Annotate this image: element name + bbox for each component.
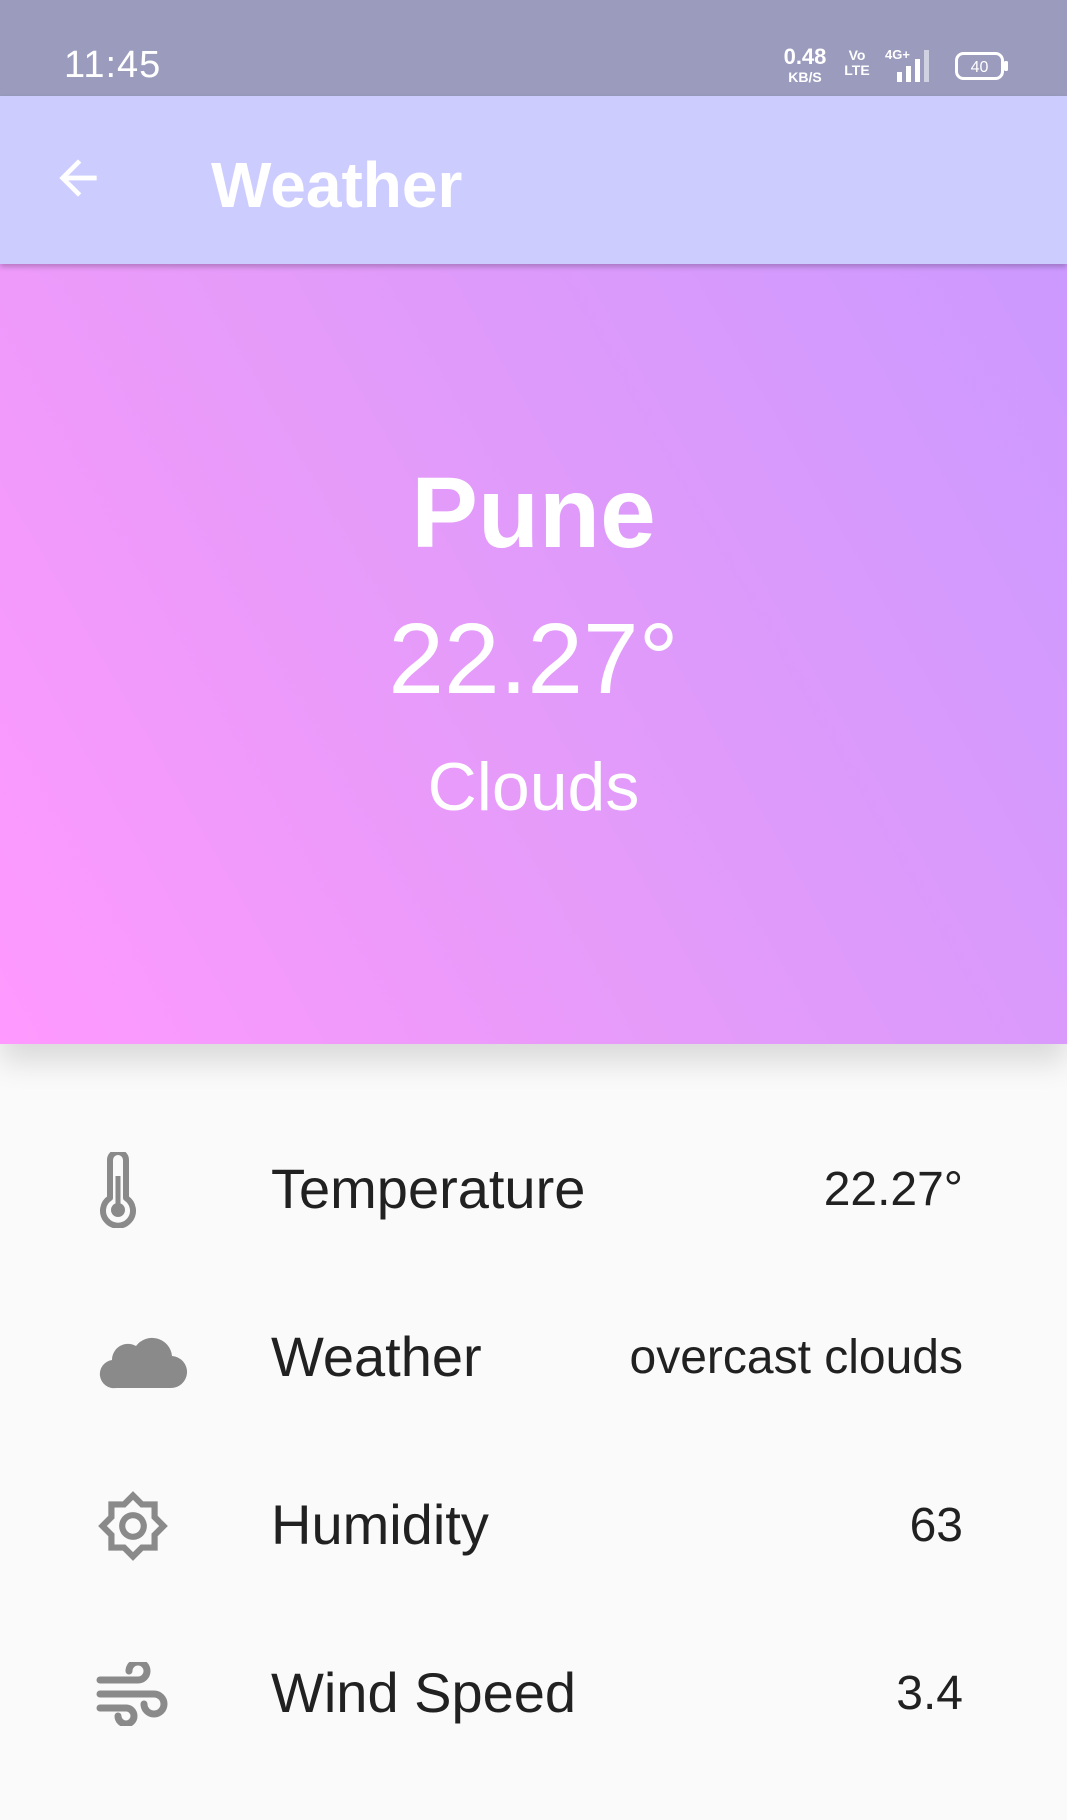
network-type: 4G+ [885,47,910,62]
detail-label: Wind Speed [271,1661,577,1724]
detail-value: overcast clouds [629,1331,964,1384]
network-speed-unit: KB/S [788,69,822,85]
battery-level: 40 [971,59,989,76]
volte-indicator: Vo LTE [842,48,872,77]
status-time: 11:45 [64,44,162,86]
network-speed-value: 0.48 [783,44,827,69]
list-item-wind-speed: Wind Speed 3.4 [0,1606,1067,1774]
detail-value: 3.4 [896,1667,963,1720]
current-temperature: 22.27° [388,603,679,715]
app-bar: Weather [0,96,1067,264]
detail-label: Humidity [271,1493,489,1556]
weather-summary-card: Pune 22.27° Clouds [0,264,1067,1044]
list-item-weather: Weather overcast clouds [0,1270,1067,1438]
app-title: Weather [211,149,463,221]
signal-icon: 4G+ [885,47,929,82]
status-bar: 11:45 0.48 KB/S Vo LTE 4G+ 40 [0,0,1067,96]
detail-label: Temperature [271,1157,586,1220]
wind-icon [96,1654,196,1734]
sun-icon [96,1486,196,1566]
cloud-icon [96,1318,196,1398]
detail-value: 22.27° [823,1163,963,1216]
weather-details-list: Temperature 22.27° Weather overcast clou… [0,1102,1067,1774]
list-item-humidity: Humidity 63 [0,1438,1067,1606]
detail-label: Weather [271,1325,482,1388]
battery-icon: 40 [955,52,1008,80]
weather-condition: Clouds [427,749,640,825]
volte-bottom: LTE [844,61,870,78]
network-speed: 0.48 KB/S [779,44,831,85]
list-item-temperature: Temperature 22.27° [0,1102,1067,1270]
arrow-left-icon [59,159,97,197]
back-button[interactable] [36,136,120,220]
city-name: Pune [411,457,656,569]
volte-top: Vo [848,47,866,63]
thermometer-icon [96,1150,196,1230]
detail-value: 63 [909,1499,963,1552]
